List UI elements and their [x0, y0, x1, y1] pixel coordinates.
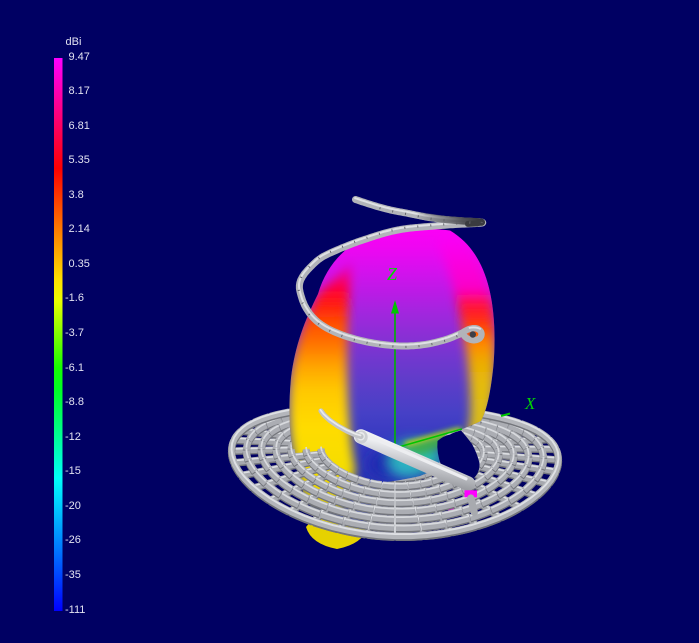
- svg-text:X: X: [524, 394, 536, 413]
- svg-text:Z: Z: [387, 264, 398, 284]
